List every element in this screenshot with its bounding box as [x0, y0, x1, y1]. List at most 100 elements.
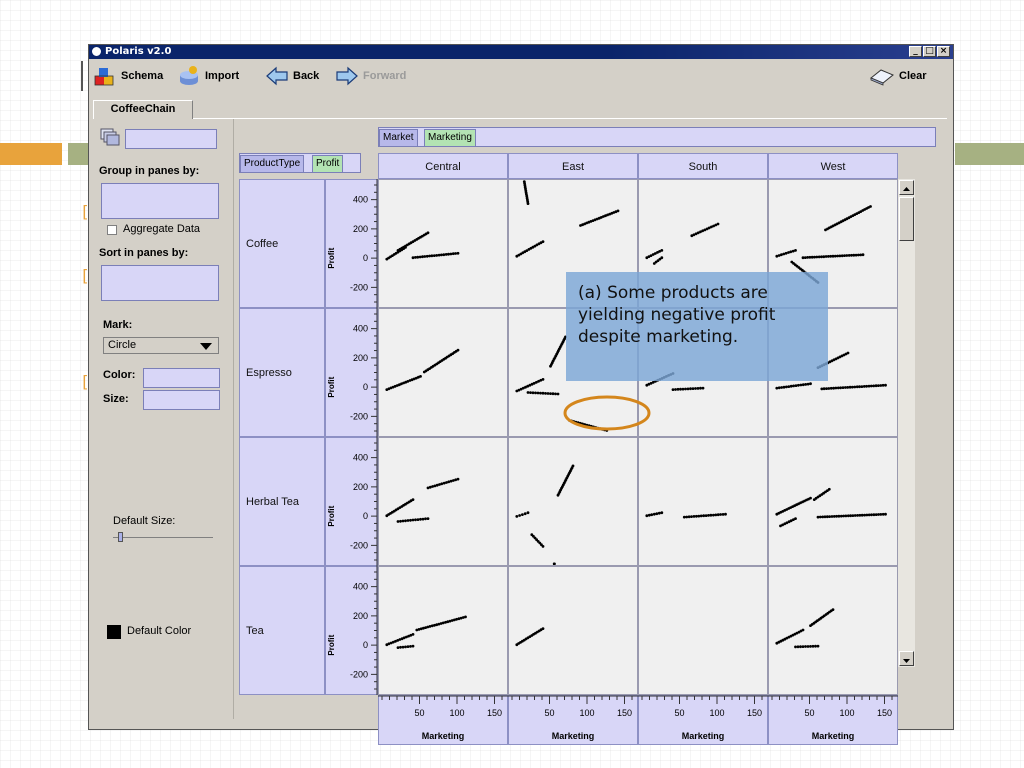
import-label: Import	[205, 70, 240, 82]
scroll-up-button[interactable]	[899, 180, 914, 195]
data-point	[682, 515, 686, 519]
size-drop-field[interactable]	[143, 390, 220, 410]
default-size-slider-thumb[interactable]	[118, 532, 123, 542]
default-color-label: Default Color	[127, 625, 192, 637]
aggregate-data-label: Aggregate Data	[123, 223, 201, 235]
layer-drop-field[interactable]	[125, 129, 217, 149]
layers-icon	[100, 128, 120, 146]
close-button[interactable]: ×	[937, 46, 950, 57]
eraser-icon	[870, 69, 894, 86]
tab-coffeechain[interactable]: CoffeeChain	[93, 100, 193, 119]
data-point	[831, 608, 835, 611]
scatter-pane[interactable]	[378, 179, 508, 308]
schema-button[interactable]: Schema	[93, 59, 163, 93]
data-point	[841, 386, 845, 389]
sort-in-panes-label: Sort in panes by:	[99, 247, 189, 259]
x-tick-label: 100	[449, 708, 464, 718]
data-point	[685, 515, 689, 519]
scatter-pane[interactable]	[638, 437, 768, 566]
columns-shelf[interactable]: Market Marketing	[378, 127, 936, 147]
column-header-west[interactable]: West	[768, 153, 898, 179]
y-tick-label: 400	[353, 453, 368, 463]
data-point	[697, 514, 701, 518]
scatter-pane[interactable]	[768, 437, 898, 566]
import-button[interactable]: Import	[177, 59, 239, 93]
scatter-pane[interactable]	[378, 437, 508, 566]
default-size-slider-track[interactable]	[113, 537, 213, 538]
vertical-scrollbar[interactable]	[897, 179, 915, 667]
scatter-pane[interactable]	[508, 437, 638, 566]
row-header-tea[interactable]: Tea	[239, 566, 325, 695]
x-tick-label: 50	[674, 708, 684, 718]
column-header-central[interactable]: Central	[378, 153, 508, 179]
scatter-pane[interactable]	[768, 566, 898, 695]
y-tick-label: -200	[350, 411, 368, 421]
data-point	[828, 515, 831, 518]
data-point	[426, 231, 430, 235]
data-point	[456, 477, 460, 481]
minimize-button[interactable]: _	[909, 46, 922, 57]
forward-button[interactable]: Forward	[335, 59, 406, 93]
group-in-panes-field[interactable]	[101, 183, 219, 219]
back-button[interactable]: Back	[265, 59, 319, 93]
data-point	[714, 513, 718, 517]
data-point	[777, 386, 781, 390]
scatter-pane[interactable]	[378, 308, 508, 437]
forward-arrow-icon	[336, 66, 358, 86]
data-point	[432, 254, 436, 257]
data-point	[801, 628, 805, 632]
column-header-south[interactable]: South	[638, 153, 768, 179]
y-tick-label: -200	[350, 540, 368, 550]
data-point	[435, 254, 439, 257]
data-point	[822, 387, 826, 391]
sort-in-panes-field[interactable]	[101, 265, 219, 301]
data-point	[523, 512, 527, 516]
back-arrow-icon	[266, 66, 288, 86]
scatter-pane[interactable]	[638, 566, 768, 695]
color-drop-field[interactable]	[143, 368, 220, 388]
column-pill-marketing[interactable]: Marketing	[424, 129, 476, 147]
data-point	[442, 253, 446, 257]
data-point	[780, 253, 783, 257]
row-header-herbal-tea[interactable]: Herbal Tea	[239, 437, 325, 566]
clear-button[interactable]: Clear	[869, 59, 927, 93]
scatter-pane[interactable]	[508, 566, 638, 695]
data-point	[799, 645, 802, 649]
data-point	[430, 254, 434, 258]
data-point	[671, 388, 675, 391]
row-pill-producttype[interactable]: ProductType	[240, 155, 305, 173]
column-header-east[interactable]: East	[508, 153, 638, 179]
y-tick-label: 200	[353, 611, 368, 621]
y-tick-label: -200	[350, 282, 368, 292]
data-point	[554, 392, 557, 396]
x-tick-label: 100	[579, 708, 594, 718]
row-header-coffee[interactable]: Coffee	[239, 179, 325, 308]
data-point	[881, 383, 885, 387]
rows-shelf[interactable]: ProductType Profit	[239, 153, 361, 173]
data-point	[709, 513, 713, 517]
data-point	[541, 545, 545, 548]
column-pill-market[interactable]: Market	[379, 129, 418, 147]
x-tick-label: 50	[414, 708, 424, 718]
mark-select[interactable]: Circle	[103, 337, 219, 354]
maximize-button[interactable]: □	[923, 46, 936, 57]
data-point	[782, 385, 786, 389]
row-pill-profit[interactable]: Profit	[312, 155, 344, 173]
data-point	[539, 391, 542, 395]
default-color-swatch[interactable]	[107, 625, 121, 639]
data-point	[794, 384, 798, 387]
row-header-espresso[interactable]: Espresso	[239, 308, 325, 437]
data-point	[816, 644, 820, 648]
annotation-callout: (a) Some products are yielding negative …	[566, 272, 828, 381]
data-point	[549, 392, 552, 395]
x-tick-label: 150	[487, 708, 502, 718]
data-point	[447, 252, 450, 256]
data-point	[426, 517, 430, 520]
data-point	[406, 645, 410, 648]
aggregate-data-checkbox[interactable]	[107, 225, 117, 235]
data-point	[784, 251, 788, 255]
scatter-pane[interactable]	[378, 566, 508, 695]
scroll-down-button[interactable]	[899, 651, 914, 666]
scroll-thumb[interactable]	[899, 197, 914, 241]
data-point	[411, 498, 415, 501]
